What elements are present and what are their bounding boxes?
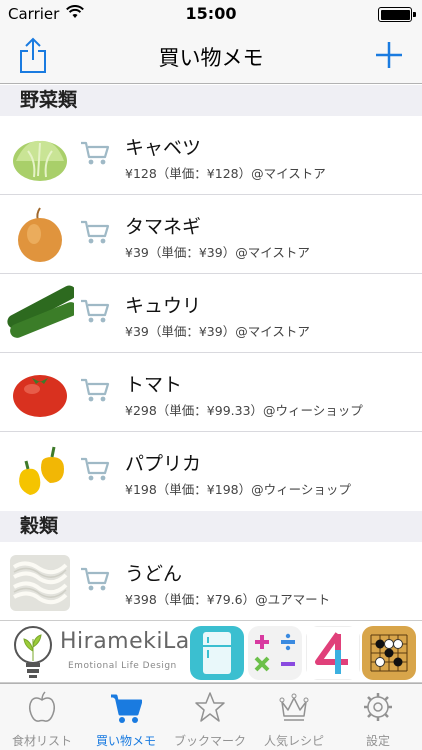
battery-icon <box>378 7 416 22</box>
number-four-app-icon[interactable] <box>306 626 360 680</box>
list-item[interactable]: パプリカ ¥198（単価：¥198）@ウィーショップ <box>0 432 422 511</box>
item-detail: ¥128（単価：¥128）@マイストア <box>125 166 326 181</box>
item-detail: ¥198（単価：¥198）@ウィーショップ <box>125 482 351 497</box>
cart-icon[interactable] <box>80 566 110 592</box>
ad-brand: HiramekiLab <box>60 629 205 654</box>
item-name: トマト <box>125 374 183 396</box>
item-name: パプリカ <box>125 453 202 475</box>
list-item[interactable]: トマト ¥298（単価：¥99.33）@ウィーショップ <box>0 353 422 432</box>
page-title: 買い物メモ <box>158 46 264 70</box>
gear-icon <box>364 693 392 721</box>
tab-popular-recipes[interactable]: 人気レシピ <box>252 684 336 750</box>
ad-banner[interactable]: HiramekiLab Emotional Life Design <box>0 620 422 683</box>
item-name: キャベツ <box>125 137 202 159</box>
cart-icon[interactable] <box>80 140 110 166</box>
item-name: タマネギ <box>125 216 202 238</box>
tab-ingredient-list[interactable]: 食材リスト <box>0 684 84 750</box>
list-item[interactable]: うどん ¥398（単価：¥79.6）@ユアマート <box>0 542 422 620</box>
tab-bookmark[interactable]: ブックマーク <box>168 684 252 750</box>
section-header-vegetables: 野菜類 <box>0 85 422 116</box>
item-detail: ¥39（単価：¥39）@マイストア <box>125 324 310 339</box>
ad-tagline: Emotional Life Design <box>68 661 177 671</box>
tab-label: 設定 <box>365 734 390 748</box>
cart-icon <box>111 694 142 723</box>
cart-icon[interactable] <box>80 298 110 324</box>
tab-label: 食材リスト <box>11 734 72 748</box>
tab-settings[interactable]: 設定 <box>336 684 420 750</box>
tab-bar: 食材リスト 買い物メモ ブックマーク 人気レシピ 設定 <box>0 683 422 750</box>
tab-label: 人気レシピ <box>263 734 324 748</box>
list-item[interactable]: タマネギ ¥39（単価：¥39）@マイストア <box>0 195 422 274</box>
tab-shopping-memo[interactable]: 買い物メモ <box>84 684 168 750</box>
section-header-grains: 穀類 <box>0 511 422 542</box>
star-icon <box>195 692 225 722</box>
list-item[interactable]: キャベツ ¥128（単価：¥128）@マイストア <box>0 116 422 195</box>
cucumber-image <box>7 285 74 338</box>
item-detail: ¥398（単価：¥79.6）@ユアマート <box>125 592 331 607</box>
fridge-app-icon[interactable] <box>190 626 244 680</box>
cart-icon[interactable] <box>80 219 110 245</box>
crown-icon <box>279 693 309 721</box>
tab-label: ブックマーク <box>173 734 246 748</box>
go-game-app-icon[interactable] <box>362 626 416 680</box>
item-name: キュウリ <box>125 295 202 317</box>
apple-icon <box>28 691 56 722</box>
tab-label: 買い物メモ <box>95 734 156 748</box>
lightbulb-logo-icon <box>14 626 52 678</box>
cart-icon[interactable] <box>80 377 110 403</box>
status-bar: Carrier 15:00 <box>0 0 422 28</box>
list-item[interactable]: キュウリ ¥39（単価：¥39）@マイストア <box>0 274 422 353</box>
item-name: うどん <box>125 563 183 585</box>
item-detail: ¥298（単価：¥99.33）@ウィーショップ <box>125 403 363 418</box>
calculator-app-icon[interactable] <box>248 626 302 680</box>
cart-icon[interactable] <box>80 456 110 482</box>
udon-image <box>10 555 70 611</box>
tomato-image <box>13 375 67 417</box>
item-detail: ¥39（単価：¥39）@マイストア <box>125 245 310 260</box>
navigation-bar: 買い物メモ <box>0 28 422 84</box>
shopping-list: 野菜類 キャベツ ¥128（単価：¥128）@マイストア タマネギ ¥39（単価… <box>0 85 422 620</box>
status-time: 15:00 <box>185 4 237 23</box>
paprika-image <box>19 446 64 495</box>
onion-image <box>18 207 62 262</box>
plus-icon[interactable] <box>374 40 404 70</box>
cabbage-image <box>13 140 67 181</box>
